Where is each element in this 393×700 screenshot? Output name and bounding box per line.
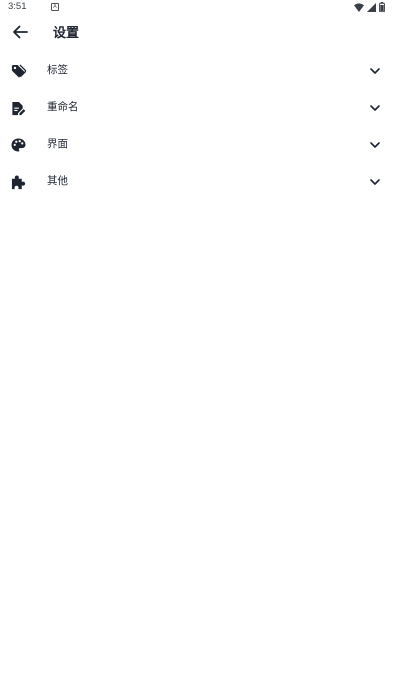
chevron-down-icon [369, 176, 381, 188]
status-icons [354, 2, 385, 12]
rename-icon [10, 100, 26, 116]
settings-item-other[interactable]: 其他 [0, 163, 393, 200]
settings-list: 标签 重命名 界面 其他 [0, 52, 393, 200]
back-button[interactable] [6, 21, 34, 47]
notification-icon: A [51, 3, 59, 11]
arrow-back-icon [12, 24, 28, 44]
signal-icon [367, 2, 376, 12]
settings-item-rename[interactable]: 重命名 [0, 89, 393, 126]
battery-icon [379, 2, 385, 12]
settings-item-label: 其他 [47, 175, 68, 187]
page-title: 设置 [53, 26, 80, 41]
chevron-down-icon [369, 65, 381, 77]
chevron-down-icon [369, 102, 381, 114]
puzzle-icon [10, 174, 26, 190]
settings-item-label: 界面 [47, 138, 68, 150]
status-time: 3:51 [8, 1, 27, 12]
wifi-icon [354, 2, 364, 12]
tag-icon [10, 63, 26, 79]
settings-item-label: 标签 [47, 64, 68, 76]
settings-item-tags[interactable]: 标签 [0, 52, 393, 89]
palette-icon [10, 137, 26, 153]
settings-item-interface[interactable]: 界面 [0, 126, 393, 163]
chevron-down-icon [369, 139, 381, 151]
status-bar: 3:51 A [0, 0, 393, 16]
settings-item-label: 重命名 [47, 101, 79, 113]
app-bar: 设置 [0, 16, 393, 52]
